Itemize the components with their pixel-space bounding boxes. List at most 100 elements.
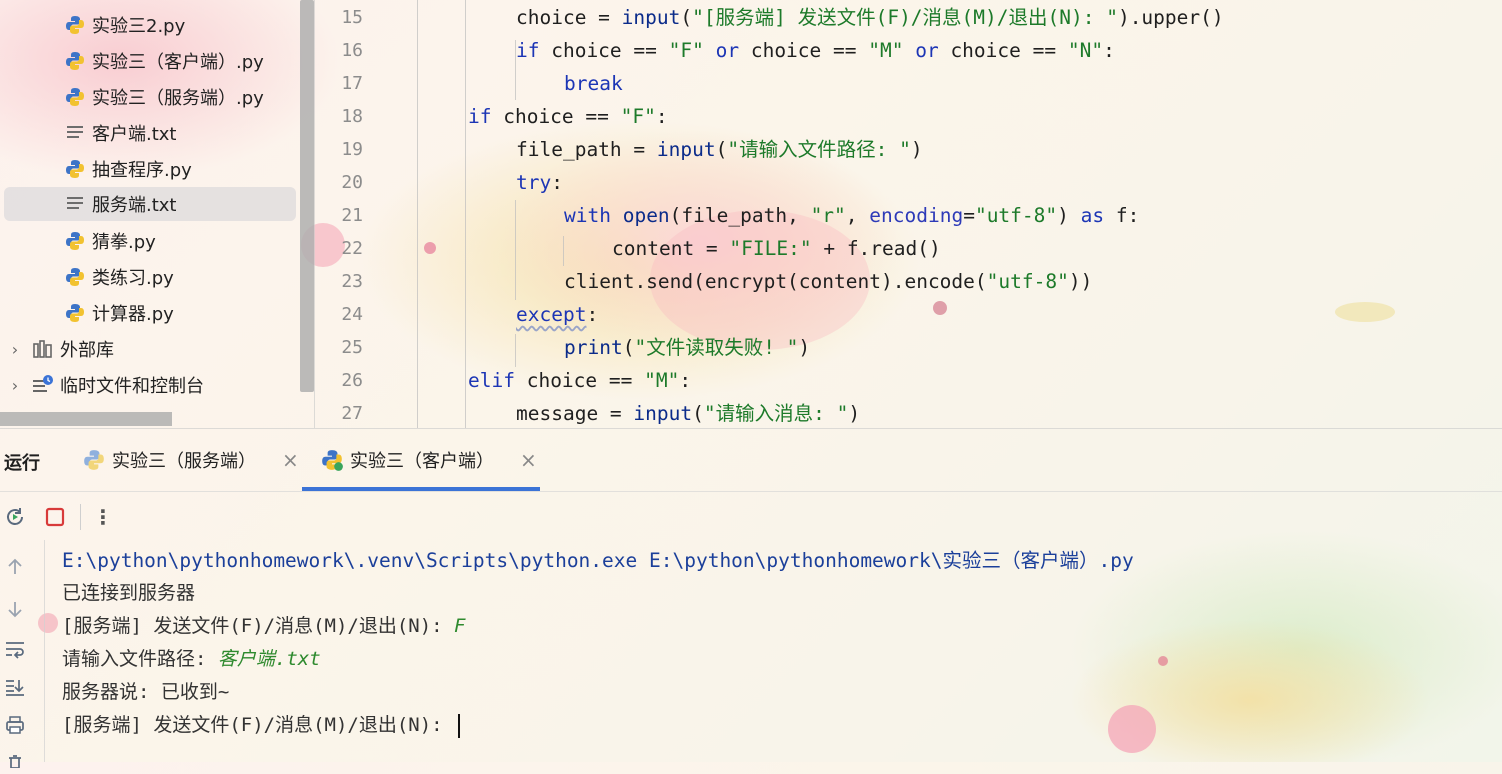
console-line: 服务器说: 已收到~ xyxy=(62,681,230,703)
library-icon xyxy=(32,338,54,360)
text-file-icon xyxy=(64,122,86,144)
toolbar-divider xyxy=(80,504,81,530)
python-file-icon xyxy=(64,302,86,324)
line-number: 27 xyxy=(341,403,363,424)
run-window-title: 运行 xyxy=(4,453,40,474)
python-file-icon xyxy=(64,230,86,252)
code-line-17: break xyxy=(564,72,623,95)
run-tab-client[interactable]: 实验三（客户端） × xyxy=(320,443,537,477)
run-tab-server[interactable]: 实验三（服务端） × xyxy=(82,443,299,477)
python-file-icon xyxy=(64,14,86,36)
tree-horizontal-scrollbar[interactable] xyxy=(0,412,172,426)
tree-file-name: 类练习.py xyxy=(92,268,174,289)
tree-external-libraries-label: 外部库 xyxy=(60,340,114,361)
tree-file-item[interactable]: 实验三2.py xyxy=(64,8,185,42)
code-line-20: try: xyxy=(516,171,563,194)
python-run-icon xyxy=(82,448,106,472)
text-file-icon xyxy=(64,193,86,215)
run-toolbar: ⋮ xyxy=(0,500,130,536)
code-line-24: except: xyxy=(516,303,599,326)
chevron-right-icon[interactable]: › xyxy=(8,376,22,395)
chevron-right-icon[interactable]: › xyxy=(8,340,22,359)
tree-file-item[interactable]: 抽查程序.py xyxy=(64,152,192,186)
rerun-icon[interactable] xyxy=(2,504,28,530)
code-line-18: if choice == "F": xyxy=(468,105,668,128)
console-user-input: 客户端.txt xyxy=(217,648,321,670)
project-tree-panel: 实验三2.py 实验三（客户端）.py 实验三（服务端）.py 客户端.txt … xyxy=(0,0,314,428)
close-icon[interactable]: × xyxy=(520,448,537,472)
tree-file-name: 服务端.txt xyxy=(92,195,177,216)
tree-file-name: 计算器.py xyxy=(92,304,174,325)
run-tabs-bar: 运行 实验三（服务端） × 实验三（客户端） × xyxy=(0,428,1502,492)
tree-file-name: 抽查程序.py xyxy=(92,160,192,181)
tree-file-item[interactable]: 类练习.py xyxy=(64,260,174,294)
code-line-22: content = "FILE:" + f.read() xyxy=(612,237,941,260)
stop-icon[interactable] xyxy=(42,504,68,530)
arrow-down-icon[interactable] xyxy=(2,596,28,622)
tree-file-name: 实验三（客户端）.py xyxy=(92,52,264,73)
close-icon[interactable]: × xyxy=(282,448,299,472)
scroll-to-end-icon[interactable] xyxy=(2,674,28,700)
tree-file-name: 客户端.txt xyxy=(92,124,177,145)
tree-file-item[interactable]: 猜拳.py xyxy=(64,224,156,258)
scratches-icon xyxy=(32,374,54,396)
line-number: 16 xyxy=(341,40,363,61)
tree-external-libraries[interactable]: › 外部库 xyxy=(8,332,114,366)
run-tab-label: 实验三（服务端） xyxy=(112,451,256,472)
python-file-icon xyxy=(64,50,86,72)
code-line-19: file_path = input("请输入文件路径: ") xyxy=(516,138,923,161)
python-file-icon xyxy=(64,86,86,108)
active-tab-indicator xyxy=(302,487,540,491)
arrow-up-icon[interactable] xyxy=(2,554,28,580)
text-caret xyxy=(458,713,461,738)
line-number: 19 xyxy=(341,139,363,160)
code-line-21: with open(file_path, "r", encoding="utf-… xyxy=(564,204,1140,227)
tree-file-name: 实验三2.py xyxy=(92,16,186,37)
indent-guide xyxy=(563,236,564,266)
line-number: 21 xyxy=(341,205,363,226)
code-line-26: elif choice == "M": xyxy=(468,369,692,392)
tree-file-item[interactable]: 客户端.txt xyxy=(64,116,177,150)
tree-scratches-label: 临时文件和控制台 xyxy=(60,376,204,397)
console-user-input: F xyxy=(454,615,466,637)
tree-file-item[interactable]: 实验三（服务端）.py xyxy=(64,80,264,114)
line-number: 23 xyxy=(341,271,363,292)
tree-file-item[interactable]: 实验三（客户端）.py xyxy=(64,44,264,78)
run-tab-label: 实验三（客户端） xyxy=(350,451,494,472)
line-number: 20 xyxy=(341,172,363,193)
python-file-icon xyxy=(64,266,86,288)
line-number: 15 xyxy=(341,7,363,28)
tree-vertical-scrollbar[interactable] xyxy=(300,0,314,392)
console-side-rail xyxy=(0,544,42,768)
tree-file-item-selected[interactable]: 服务端.txt xyxy=(4,187,296,221)
code-editor[interactable]: 15 16 17 18 19 20 21 22 23 24 25 26 27 c… xyxy=(315,0,1502,428)
tree-file-name: 猜拳.py xyxy=(92,232,156,253)
console-input-line[interactable]: [服务端] 发送文件(F)/消息(M)/退出(N): xyxy=(62,709,461,742)
code-line-15: choice = input("[服务端] 发送文件(F)/消息(M)/退出(N… xyxy=(516,6,1224,29)
tree-file-name: 实验三（服务端）.py xyxy=(92,88,264,109)
python-run-icon xyxy=(320,448,344,472)
console-command-line: E:\python\pythonhomework\.venv\Scripts\p… xyxy=(62,549,1134,572)
console-line: 请输入文件路径: 客户端.txt xyxy=(62,648,321,670)
code-line-27: message = input("请输入消息: ") xyxy=(516,402,861,425)
print-icon[interactable] xyxy=(2,712,28,738)
python-file-icon xyxy=(64,158,86,180)
code-line-23: client.send(encrypt(content).encode("utf… xyxy=(564,270,1093,293)
indent-guide xyxy=(515,200,516,300)
line-number: 24 xyxy=(341,304,363,325)
console-output[interactable]: E:\python\pythonhomework\.venv\Scripts\p… xyxy=(44,540,1485,762)
line-number: 25 xyxy=(341,337,363,358)
tree-scratches[interactable]: › 临时文件和控制台 xyxy=(8,368,204,402)
more-options-icon[interactable]: ⋮ xyxy=(90,504,116,530)
run-tool-window: 运行 实验三（服务端） × 实验三（客户端） × ⋮ E:\python\pyt… xyxy=(0,428,1502,768)
delete-icon[interactable] xyxy=(2,748,28,774)
indent-guide xyxy=(515,334,516,367)
indent-guide xyxy=(417,0,418,428)
line-number: 22 xyxy=(341,238,363,259)
soft-wrap-icon[interactable] xyxy=(2,636,28,662)
code-line-16: if choice == "F" or choice == "M" or cho… xyxy=(516,39,1115,62)
tree-file-item[interactable]: 计算器.py xyxy=(64,296,174,330)
line-number: 26 xyxy=(341,370,363,391)
code-line-25: print("文件读取失败! ") xyxy=(564,336,811,359)
indent-guide xyxy=(465,0,466,428)
